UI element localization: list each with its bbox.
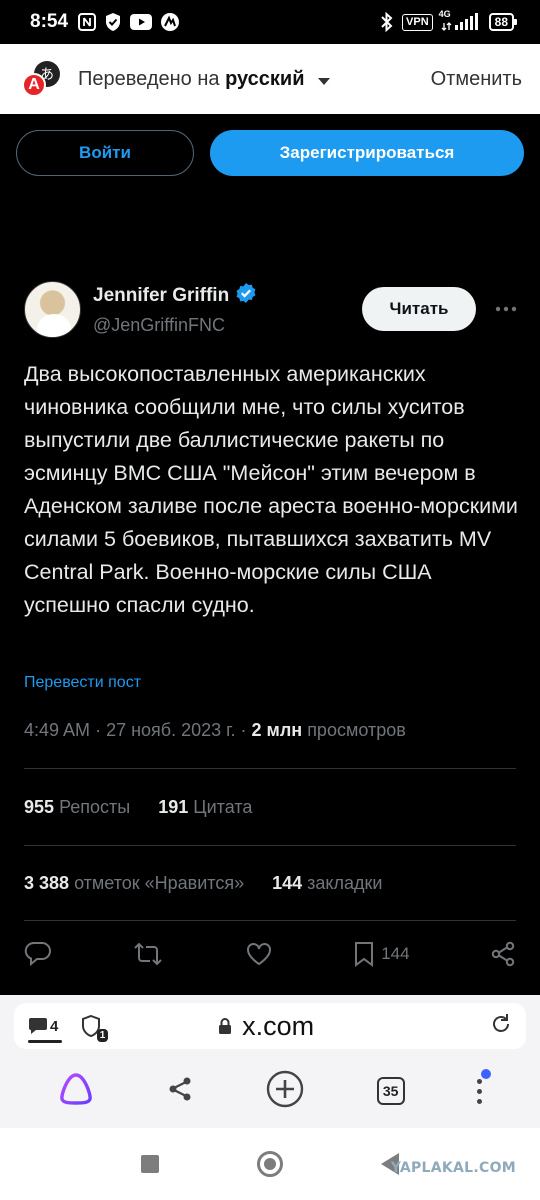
tabs-button[interactable]: 35 bbox=[376, 1077, 405, 1105]
tweet-text: Два высокопоставленных американских чино… bbox=[24, 362, 518, 617]
url-text: x.com bbox=[242, 1010, 315, 1041]
share-page-icon[interactable] bbox=[166, 1075, 194, 1108]
translate-post-link[interactable]: Перевести пост bbox=[24, 674, 141, 692]
tweet-header: Jennifer Griffin @JenGriffinFNC Читать bbox=[24, 280, 524, 338]
auth-buttons: Войти Зарегистрироваться bbox=[16, 130, 524, 176]
views-label: просмотров bbox=[307, 720, 406, 740]
follow-button[interactable]: Читать bbox=[362, 287, 476, 331]
chevron-down-icon bbox=[318, 77, 331, 85]
new-tab-icon[interactable] bbox=[266, 1070, 304, 1113]
author-handle[interactable]: @JenGriffinFNC bbox=[93, 315, 257, 336]
likes-stat[interactable]: 3 388 отметок «Нравится» bbox=[24, 873, 244, 894]
tweet-meta: 4:49 AM · 27 нояб. 2023 г. · 2 млн просм… bbox=[24, 720, 406, 741]
signup-button[interactable]: Зарегистрироваться bbox=[210, 130, 524, 176]
notification-dot bbox=[480, 1068, 491, 1079]
like-icon[interactable] bbox=[245, 941, 273, 967]
reposts-label: Репосты bbox=[59, 797, 131, 817]
status-time: 8:54 bbox=[30, 11, 69, 32]
divider bbox=[24, 845, 516, 846]
url-bar[interactable]: 4 1 x.com bbox=[14, 1003, 526, 1049]
reload-icon[interactable] bbox=[490, 1013, 512, 1040]
views-value: 2 млн bbox=[251, 720, 303, 740]
youtube-icon bbox=[130, 14, 153, 30]
avatar[interactable] bbox=[24, 280, 81, 338]
bookmark-icon bbox=[355, 942, 374, 967]
alice-assistant-icon[interactable] bbox=[58, 1072, 94, 1111]
reply-icon[interactable] bbox=[24, 941, 52, 967]
signal-icon: 4G bbox=[439, 9, 481, 31]
translation-bar: あ A Переведено на русский Отменить bbox=[0, 44, 540, 114]
chat-icon bbox=[29, 1018, 47, 1034]
vpn-badge: VPN bbox=[402, 13, 433, 31]
translate-icon[interactable]: あ A bbox=[18, 57, 62, 101]
author-block: Jennifer Griffin @JenGriffinFNC bbox=[93, 282, 257, 336]
bookmarks-stat[interactable]: 144 закладки bbox=[272, 873, 382, 894]
quotes-value: 191 bbox=[158, 797, 189, 817]
login-button[interactable]: Войти bbox=[16, 130, 194, 176]
bookmark-count: 144 bbox=[381, 944, 410, 963]
tweet-actions: 144 bbox=[24, 934, 516, 974]
app-logo-icon bbox=[160, 12, 180, 32]
quotes-stat[interactable]: 191 Цитата bbox=[158, 797, 252, 818]
bookmark-button[interactable]: 144 bbox=[353, 941, 410, 967]
reposts-value: 955 bbox=[24, 797, 55, 817]
cancel-translation-button[interactable]: Отменить bbox=[431, 68, 522, 91]
likes-value: 3 388 bbox=[24, 873, 70, 893]
repost-icon[interactable] bbox=[132, 941, 164, 967]
translate-letter: A bbox=[22, 73, 46, 97]
protect-count: 1 bbox=[96, 1029, 109, 1042]
url-bar-left: 4 1 bbox=[28, 1014, 109, 1043]
quotes-label: Цитата bbox=[193, 797, 253, 817]
comments-count: 4 bbox=[50, 1017, 59, 1035]
divider bbox=[24, 920, 516, 921]
author-name[interactable]: Jennifer Griffin bbox=[93, 285, 229, 307]
translation-language: русский bbox=[225, 67, 305, 90]
share-icon[interactable] bbox=[490, 941, 516, 967]
lock-icon bbox=[219, 1018, 232, 1034]
status-bar: 8:54 VPN 4G 88 bbox=[0, 0, 540, 44]
divider bbox=[24, 768, 516, 769]
translation-prefix: Переведено на bbox=[78, 67, 220, 90]
nfc-icon bbox=[78, 13, 97, 31]
tweet-time[interactable]: 4:49 AM bbox=[24, 720, 90, 740]
bluetooth-icon bbox=[380, 12, 394, 32]
recents-button[interactable] bbox=[141, 1155, 159, 1173]
status-right-icons: VPN 4G 88 bbox=[380, 9, 518, 32]
verified-badge-icon bbox=[235, 282, 257, 309]
comments-button[interactable]: 4 bbox=[28, 1017, 63, 1043]
battery-indicator: 88 bbox=[488, 13, 518, 31]
like-stats: 3 388 отметок «Нравится» 144 закладки bbox=[24, 873, 382, 894]
watermark: YAPLAKAL.COM bbox=[390, 1160, 516, 1176]
tweet-date[interactable]: 27 нояб. 2023 г. bbox=[106, 720, 235, 740]
dot bbox=[476, 1098, 482, 1104]
browser-menu-icon[interactable] bbox=[476, 1068, 491, 1104]
bookmarks-value: 144 bbox=[272, 873, 303, 893]
dot bbox=[476, 1088, 482, 1094]
network-label: 4G bbox=[438, 9, 451, 19]
home-button[interactable] bbox=[257, 1151, 283, 1177]
likes-label: отметок «Нравится» bbox=[74, 873, 245, 893]
browser-bottom-bar: 4 1 x.com 35 bbox=[0, 995, 540, 1128]
bookmarks-label: закладки bbox=[307, 873, 383, 893]
reposts-stat[interactable]: 955 Репосты bbox=[24, 797, 130, 818]
separator: · bbox=[240, 720, 252, 740]
shield-check-icon bbox=[104, 12, 122, 32]
author-name-row: Jennifer Griffin bbox=[93, 282, 257, 309]
url-display[interactable]: x.com bbox=[218, 1011, 374, 1042]
status-left-icons bbox=[78, 12, 180, 32]
browser-toolbar: 35 bbox=[0, 1065, 540, 1117]
dot bbox=[476, 1078, 482, 1084]
translation-language-selector[interactable]: Переведено на русский bbox=[78, 67, 331, 91]
protect-button[interactable]: 1 bbox=[80, 1014, 109, 1042]
more-options-icon[interactable] bbox=[488, 287, 524, 331]
repost-stats: 955 Репосты 191 Цитата bbox=[24, 797, 252, 818]
separator: · bbox=[95, 720, 107, 740]
